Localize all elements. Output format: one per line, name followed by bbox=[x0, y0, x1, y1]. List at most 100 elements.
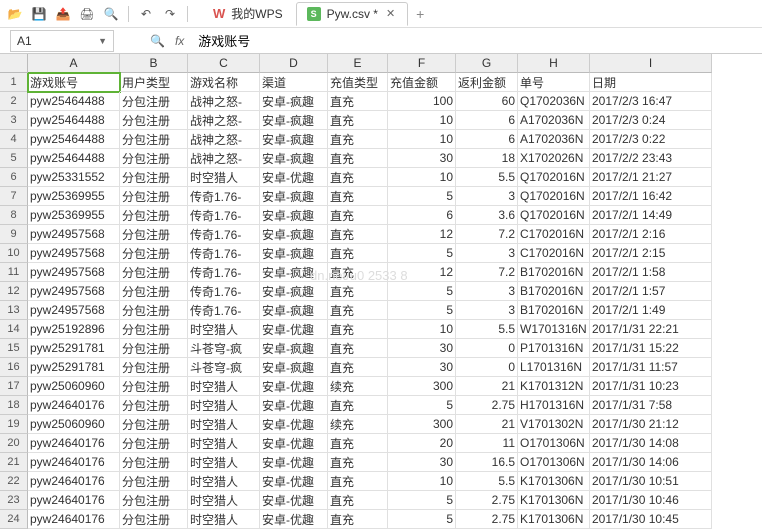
header-cell[interactable]: 游戏账号 bbox=[28, 73, 120, 92]
cell[interactable]: 时空猎人 bbox=[188, 415, 260, 434]
cell[interactable]: 100 bbox=[388, 92, 456, 111]
cell[interactable]: 分包注册 bbox=[120, 168, 188, 187]
cell[interactable]: 5 bbox=[388, 510, 456, 529]
column-header-G[interactable]: G bbox=[456, 54, 518, 73]
cell[interactable]: 5 bbox=[388, 301, 456, 320]
cell[interactable]: X1702026N bbox=[518, 149, 590, 168]
cell[interactable]: 传奇1.76- bbox=[188, 282, 260, 301]
cell[interactable]: 分包注册 bbox=[120, 187, 188, 206]
cell[interactable]: 分包注册 bbox=[120, 472, 188, 491]
cell[interactable]: 安卓-优趣 bbox=[260, 453, 328, 472]
cell[interactable]: pyw24640176 bbox=[28, 434, 120, 453]
fx-icon[interactable]: fx bbox=[175, 34, 184, 48]
row-header[interactable]: 16 bbox=[0, 358, 28, 377]
cell[interactable]: pyw24640176 bbox=[28, 396, 120, 415]
export-icon[interactable]: 📤 bbox=[52, 3, 74, 25]
row-header[interactable]: 3 bbox=[0, 111, 28, 130]
header-cell[interactable]: 返利金额 bbox=[456, 73, 518, 92]
cell[interactable]: 30 bbox=[388, 339, 456, 358]
cell[interactable]: 直充 bbox=[328, 434, 388, 453]
print-icon[interactable]: 🖨 bbox=[76, 3, 98, 25]
column-header-E[interactable]: E bbox=[328, 54, 388, 73]
cell[interactable]: pyw25192896 bbox=[28, 320, 120, 339]
row-header[interactable]: 10 bbox=[0, 244, 28, 263]
cell[interactable]: 直充 bbox=[328, 168, 388, 187]
cell[interactable]: 安卓-疯趣 bbox=[260, 301, 328, 320]
cell[interactable]: 安卓-疯趣 bbox=[260, 282, 328, 301]
cell[interactable]: 30 bbox=[388, 149, 456, 168]
column-header-C[interactable]: C bbox=[188, 54, 260, 73]
cell[interactable]: 安卓-优趣 bbox=[260, 396, 328, 415]
cell[interactable]: 2017/1/30 21:12 bbox=[590, 415, 712, 434]
cell[interactable]: pyw25369955 bbox=[28, 187, 120, 206]
cell[interactable]: 2017/1/31 10:23 bbox=[590, 377, 712, 396]
cell[interactable]: pyw25060960 bbox=[28, 377, 120, 396]
cell[interactable]: 分包注册 bbox=[120, 225, 188, 244]
cell[interactable]: pyw24640176 bbox=[28, 453, 120, 472]
cell[interactable]: 2017/1/31 7:58 bbox=[590, 396, 712, 415]
preview-icon[interactable]: 🔍 bbox=[100, 3, 122, 25]
cell[interactable]: 2017/2/1 1:49 bbox=[590, 301, 712, 320]
header-cell[interactable]: 渠道 bbox=[260, 73, 328, 92]
row-header[interactable]: 4 bbox=[0, 130, 28, 149]
cell[interactable]: 安卓-疯趣 bbox=[260, 130, 328, 149]
cell[interactable]: pyw25291781 bbox=[28, 339, 120, 358]
cell[interactable]: 安卓-疯趣 bbox=[260, 206, 328, 225]
cell[interactable]: pyw24957568 bbox=[28, 282, 120, 301]
cell[interactable]: pyw25291781 bbox=[28, 358, 120, 377]
cell[interactable]: 直充 bbox=[328, 453, 388, 472]
cell[interactable]: 分包注册 bbox=[120, 510, 188, 529]
cell[interactable]: 分包注册 bbox=[120, 396, 188, 415]
cell[interactable]: pyw24957568 bbox=[28, 263, 120, 282]
cell[interactable]: 2017/2/3 16:47 bbox=[590, 92, 712, 111]
cell[interactable]: 7.2 bbox=[456, 263, 518, 282]
close-icon[interactable]: ✕ bbox=[384, 7, 397, 20]
cell[interactable]: 直充 bbox=[328, 263, 388, 282]
cell[interactable]: 直充 bbox=[328, 358, 388, 377]
cell[interactable]: 2017/1/30 14:06 bbox=[590, 453, 712, 472]
cell[interactable]: 2017/2/1 21:27 bbox=[590, 168, 712, 187]
cell[interactable]: 斗苍穹-疯 bbox=[188, 339, 260, 358]
row-header[interactable]: 23 bbox=[0, 491, 28, 510]
header-cell[interactable]: 充值类型 bbox=[328, 73, 388, 92]
cell[interactable]: 安卓-优趣 bbox=[260, 320, 328, 339]
cell[interactable]: 时空猎人 bbox=[188, 168, 260, 187]
cell[interactable]: 2017/1/31 11:57 bbox=[590, 358, 712, 377]
cell[interactable]: V1701302N bbox=[518, 415, 590, 434]
cell[interactable]: 时空猎人 bbox=[188, 510, 260, 529]
row-header[interactable]: 11 bbox=[0, 263, 28, 282]
header-cell[interactable]: 充值金额 bbox=[388, 73, 456, 92]
cell[interactable]: 0 bbox=[456, 358, 518, 377]
cell[interactable]: 5.5 bbox=[456, 472, 518, 491]
cell[interactable]: 直充 bbox=[328, 111, 388, 130]
cell[interactable]: K1701306N bbox=[518, 472, 590, 491]
cell[interactable]: 安卓-疯趣 bbox=[260, 111, 328, 130]
cell[interactable]: 直充 bbox=[328, 187, 388, 206]
column-header-I[interactable]: I bbox=[590, 54, 712, 73]
cell[interactable]: 2017/1/30 10:45 bbox=[590, 510, 712, 529]
cell[interactable]: 2017/1/31 22:21 bbox=[590, 320, 712, 339]
cell[interactable]: 2.75 bbox=[456, 491, 518, 510]
cell[interactable]: pyw24640176 bbox=[28, 510, 120, 529]
cell[interactable]: 5 bbox=[388, 282, 456, 301]
cell[interactable]: 直充 bbox=[328, 301, 388, 320]
tab-csv-file[interactable]: S Pyw.csv * ✕ bbox=[296, 2, 409, 26]
cell[interactable]: Q1702036N bbox=[518, 92, 590, 111]
cell[interactable]: 直充 bbox=[328, 130, 388, 149]
cell[interactable]: 直充 bbox=[328, 244, 388, 263]
row-header[interactable]: 8 bbox=[0, 206, 28, 225]
cell[interactable]: pyw24640176 bbox=[28, 472, 120, 491]
cell[interactable]: 时空猎人 bbox=[188, 320, 260, 339]
row-header[interactable]: 13 bbox=[0, 301, 28, 320]
cell[interactable]: 分包注册 bbox=[120, 111, 188, 130]
cell[interactable]: pyw24957568 bbox=[28, 301, 120, 320]
cell[interactable]: 分包注册 bbox=[120, 415, 188, 434]
cell[interactable]: pyw25464488 bbox=[28, 111, 120, 130]
cell[interactable]: 直充 bbox=[328, 510, 388, 529]
cell[interactable]: 3 bbox=[456, 282, 518, 301]
cell[interactable]: C1702016N bbox=[518, 244, 590, 263]
cell[interactable]: 安卓-疯趣 bbox=[260, 225, 328, 244]
cell[interactable]: 传奇1.76- bbox=[188, 301, 260, 320]
cell[interactable]: pyw25331552 bbox=[28, 168, 120, 187]
cell[interactable]: 分包注册 bbox=[120, 434, 188, 453]
